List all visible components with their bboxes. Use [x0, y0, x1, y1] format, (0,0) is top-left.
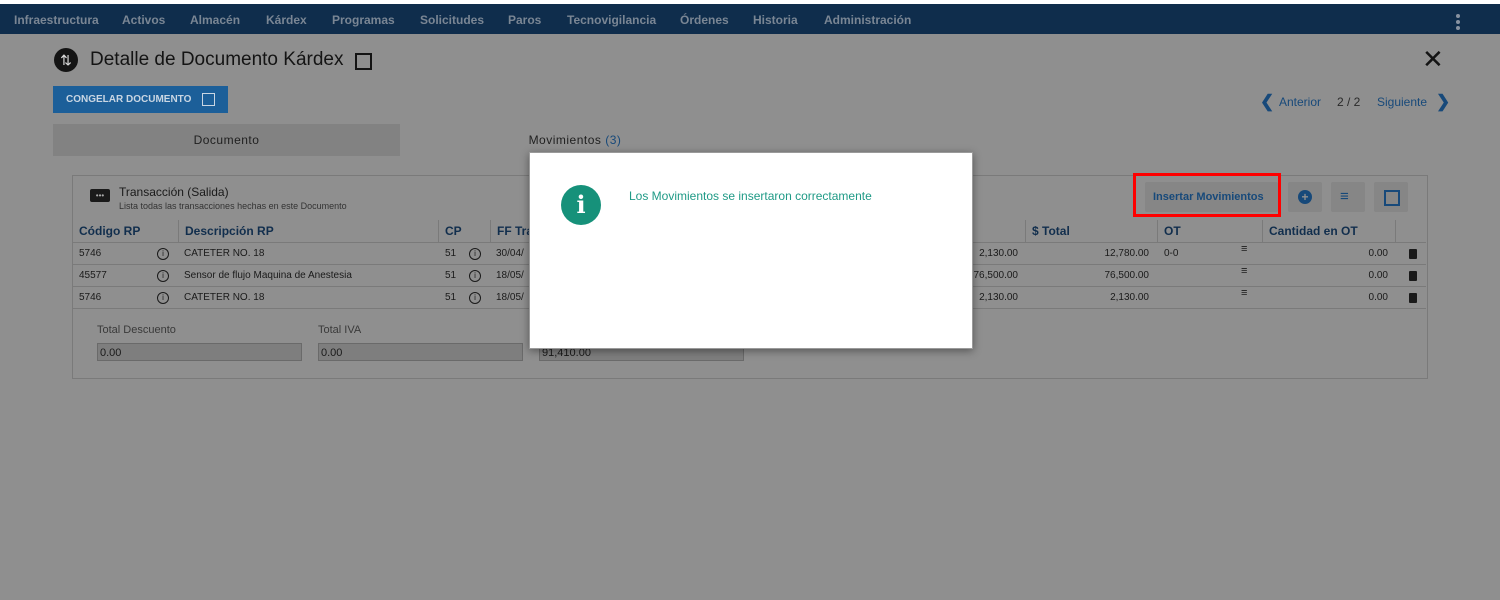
grid-button[interactable]: [1374, 182, 1408, 212]
cell-cp: 51: [445, 248, 457, 259]
section-subtitle: Lista todas las transacciones hechas en …: [119, 201, 347, 211]
col-header-actions: [1395, 220, 1426, 242]
total-descuento-label: Total Descuento: [97, 324, 176, 336]
nav-item-ordenes[interactable]: Órdenes: [680, 13, 729, 27]
cell-total: 12,780.00: [1104, 248, 1150, 259]
col-header-ot[interactable]: OT: [1157, 220, 1262, 242]
cell-ff: 18/05/: [496, 270, 524, 281]
label-icon: •••: [90, 189, 110, 202]
delete-icon[interactable]: [1409, 271, 1417, 281]
nav-item-infraestructura[interactable]: Infraestructura: [14, 13, 99, 27]
tab-documento-label: Documento: [193, 133, 260, 147]
nav-item-administracion[interactable]: Administración: [824, 13, 911, 27]
nav-item-programas[interactable]: Programas: [332, 13, 395, 27]
col-header-cp[interactable]: CP: [438, 220, 490, 242]
grid-off-icon: [1384, 190, 1400, 206]
pager-next[interactable]: Siguiente: [1377, 95, 1427, 109]
cell-descripcion: CATETER NO. 18: [184, 248, 265, 259]
cell-descripcion: CATETER NO. 18: [184, 292, 265, 303]
freeze-document-button[interactable]: CONGELAR DOCUMENTO: [53, 86, 228, 113]
cell-cantidad-ot: 0.00: [1368, 248, 1388, 259]
col-header-total[interactable]: $ Total: [1025, 220, 1157, 242]
cell-ff: 30/04/: [496, 248, 524, 259]
col-header-descripcion[interactable]: Descripción RP: [178, 220, 438, 242]
nav-item-kardex[interactable]: Kárdex: [266, 13, 307, 27]
cell-codigo: 45577: [79, 270, 107, 281]
delete-icon[interactable]: [1409, 249, 1417, 259]
page-title: Detalle de Documento Kárdex: [90, 49, 344, 70]
cell-cp: 51: [445, 270, 457, 281]
add-button[interactable]: +: [1288, 182, 1322, 212]
highlight-box: [1133, 173, 1281, 217]
success-dialog[interactable]: [529, 152, 973, 349]
info-icon[interactable]: i: [469, 292, 481, 304]
tab-movimientos-count: (3): [605, 133, 622, 147]
tab-movimientos-label: Movimientos: [528, 133, 602, 147]
section-title: Transacción (Salida): [119, 185, 229, 199]
nav-item-paros[interactable]: Paros: [508, 13, 541, 27]
close-icon[interactable]: ✕: [1422, 46, 1444, 72]
cell-codigo: 5746: [79, 248, 102, 259]
tab-documento[interactable]: Documento: [53, 124, 400, 158]
nav-item-almacen[interactable]: Almacén: [190, 13, 240, 27]
info-icon[interactable]: i: [469, 270, 481, 282]
transfer-icon: ⇅: [54, 48, 78, 72]
cell-cp: 51: [445, 292, 457, 303]
info-icon: i: [561, 185, 601, 225]
cell-codigo: 5746: [79, 292, 102, 303]
nav-item-activos[interactable]: Activos: [122, 13, 165, 27]
cell-ot: 0-0: [1164, 248, 1179, 259]
info-icon[interactable]: i: [469, 248, 481, 260]
cell-cantidad-ot: 0.00: [1368, 270, 1388, 281]
total-descuento-field: 0.00: [97, 343, 302, 361]
info-icon[interactable]: i: [157, 248, 169, 260]
add-circle-icon: +: [1298, 190, 1312, 204]
title-checkbox[interactable]: [355, 53, 372, 70]
cell-ff: 18/05/: [496, 292, 524, 303]
grid-off-icon: [202, 93, 215, 106]
chevron-left-icon[interactable]: ❮: [1260, 92, 1274, 112]
top-nav: Infraestructura Activos Almacén Kárdex P…: [0, 4, 1500, 34]
total-iva-label: Total IVA: [318, 324, 362, 336]
nav-item-historia[interactable]: Historia: [753, 13, 798, 27]
info-icon[interactable]: i: [157, 270, 169, 282]
cell-total: 76,500.00: [1104, 270, 1150, 281]
freeze-button-label: CONGELAR DOCUMENTO: [66, 94, 192, 105]
info-icon[interactable]: i: [157, 292, 169, 304]
more-menu-icon[interactable]: [1456, 14, 1460, 32]
cell-total: 2,130.00: [1110, 292, 1149, 303]
chevron-right-icon[interactable]: ❯: [1436, 92, 1450, 112]
pager-previous[interactable]: Anterior: [1279, 95, 1321, 109]
pager-count: 2 / 2: [1337, 95, 1361, 109]
filter-button[interactable]: ≡: [1331, 182, 1365, 212]
total-iva-field: 0.00: [318, 343, 523, 361]
dialog-message: Los Movimientos se insertaron correctame…: [629, 189, 872, 203]
filter-icon: ≡: [1340, 188, 1349, 205]
cell-descripcion: Sensor de flujo Maquina de Anestesia: [184, 270, 352, 281]
filter-icon[interactable]: ≡: [1241, 243, 1247, 255]
nav-item-solicitudes[interactable]: Solicitudes: [420, 13, 484, 27]
filter-icon[interactable]: ≡: [1241, 265, 1247, 277]
delete-icon[interactable]: [1409, 293, 1417, 303]
col-header-cantidad-ot[interactable]: Cantidad en OT: [1262, 220, 1395, 242]
nav-item-tecnovigilancia[interactable]: Tecnovigilancia: [567, 13, 656, 27]
col-header-codigo[interactable]: Código RP: [73, 220, 178, 242]
filter-icon[interactable]: ≡: [1241, 287, 1247, 299]
cell-cantidad-ot: 0.00: [1368, 292, 1388, 303]
